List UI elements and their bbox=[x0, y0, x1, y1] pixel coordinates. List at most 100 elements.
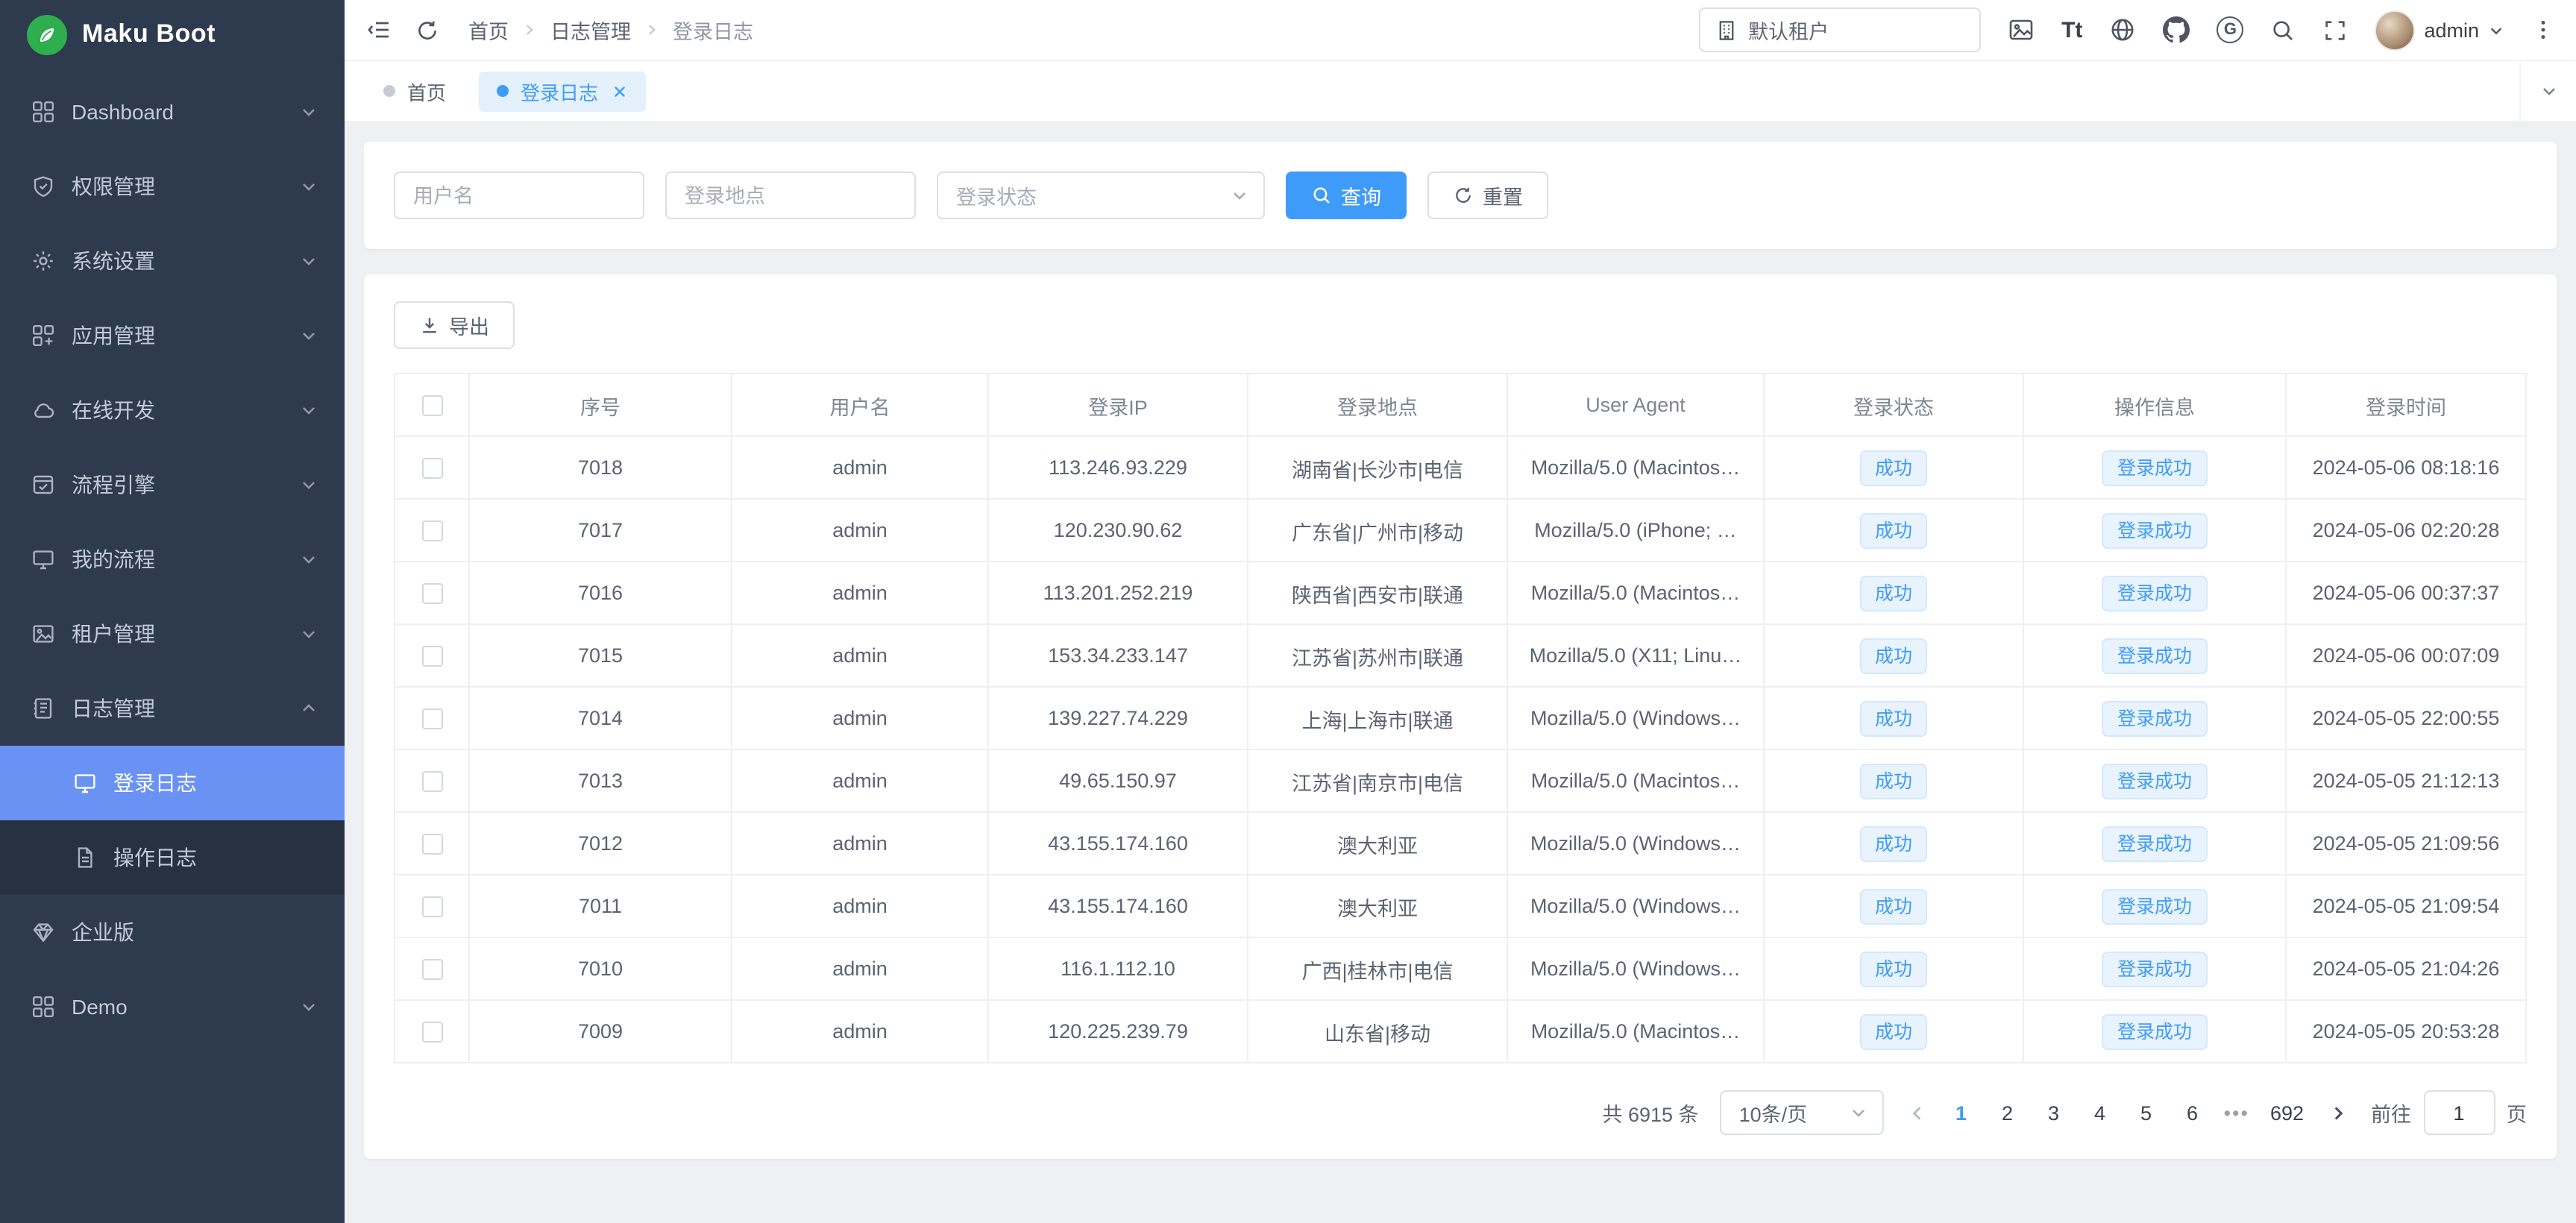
row-checkbox[interactable] bbox=[421, 1022, 442, 1043]
page-button-1[interactable]: 1 bbox=[1951, 1101, 1972, 1124]
operation-tag[interactable]: 登录成功 bbox=[2102, 575, 2207, 611]
cell-username: admin bbox=[732, 624, 988, 687]
cell-user-agent: Mozilla/5.0 (iPhone; … bbox=[1507, 499, 1764, 562]
column-header: 操作信息 bbox=[2023, 374, 2286, 436]
next-page-button[interactable] bbox=[2325, 1100, 2350, 1125]
chevron-right-icon bbox=[522, 22, 537, 37]
operation-tag[interactable]: 登录成功 bbox=[2102, 512, 2207, 548]
breadcrumb-log-management[interactable]: 日志管理 bbox=[550, 15, 631, 45]
sidebar-item-my-flows[interactable]: 我的流程 bbox=[0, 522, 345, 597]
chevron-right-icon bbox=[644, 22, 659, 37]
row-checkbox[interactable] bbox=[421, 583, 442, 604]
cell-id: 7017 bbox=[469, 499, 732, 562]
search-card: 登录状态 查询 重置 bbox=[364, 142, 2557, 249]
github-icon[interactable] bbox=[2163, 16, 2190, 43]
search-icon bbox=[1311, 185, 1332, 206]
prev-page-button[interactable] bbox=[1905, 1100, 1930, 1125]
cell-operation: 登录成功 bbox=[2023, 749, 2286, 812]
login-status-select[interactable]: 登录状态 bbox=[937, 172, 1265, 219]
operation-tag[interactable]: 登录成功 bbox=[2102, 700, 2207, 736]
status-tag: 成功 bbox=[1860, 638, 1927, 673]
row-checkbox[interactable] bbox=[421, 646, 442, 667]
pagination: 共 6915 条 10条/页 123456 ••• 692 前往 页 bbox=[394, 1090, 2527, 1135]
search-button[interactable]: 查询 bbox=[1286, 172, 1407, 219]
cell-location: 澳大利亚 bbox=[1248, 875, 1507, 937]
operation-tag[interactable]: 登录成功 bbox=[2102, 1013, 2207, 1049]
column-header: 登录状态 bbox=[1764, 374, 2023, 436]
cell-location: 江苏省|南京市|电信 bbox=[1248, 749, 1507, 812]
sidebar-item-enterprise[interactable]: 企业版 bbox=[0, 895, 345, 969]
table-row: 7010 admin 116.1.112.10 广西|桂林市|电信 Mozill… bbox=[395, 937, 2526, 1000]
gitee-icon[interactable]: G bbox=[2217, 16, 2243, 43]
sidebar-item-log-management[interactable]: 日志管理 bbox=[0, 671, 345, 746]
user-menu[interactable]: admin bbox=[2375, 10, 2504, 50]
close-icon[interactable] bbox=[612, 83, 628, 99]
sidebar-item-operation-log[interactable]: 操作日志 bbox=[0, 820, 345, 895]
collapse-sidebar-icon[interactable] bbox=[365, 16, 392, 43]
operation-tag[interactable]: 登录成功 bbox=[2102, 638, 2207, 673]
row-checkbox[interactable] bbox=[421, 771, 442, 792]
header-checkbox-cell bbox=[395, 374, 469, 436]
goto-page-input[interactable] bbox=[2423, 1090, 2495, 1135]
sidebar-item-permissions[interactable]: 权限管理 bbox=[0, 149, 345, 224]
operation-tag[interactable]: 登录成功 bbox=[2102, 951, 2207, 987]
cell-status: 成功 bbox=[1764, 562, 2023, 624]
operation-tag[interactable]: 登录成功 bbox=[2102, 763, 2207, 799]
shield-icon bbox=[30, 174, 55, 199]
logo: Maku Boot bbox=[0, 0, 345, 69]
sidebar-item-login-log[interactable]: 登录日志 bbox=[0, 746, 345, 820]
operation-tag[interactable]: 登录成功 bbox=[2102, 826, 2207, 861]
page-button-last[interactable]: 692 bbox=[2270, 1101, 2304, 1124]
theme-icon[interactable] bbox=[2008, 16, 2035, 43]
select-all-checkbox[interactable] bbox=[421, 395, 442, 416]
sidebar-item-system-settings[interactable]: 系统设置 bbox=[0, 224, 345, 298]
font-size-icon[interactable]: Tt bbox=[2061, 17, 2082, 43]
operation-tag[interactable]: 登录成功 bbox=[2102, 450, 2207, 485]
cell-time: 2024-05-06 00:07:09 bbox=[2286, 624, 2526, 687]
reset-button[interactable]: 重置 bbox=[1427, 172, 1548, 219]
username-input[interactable] bbox=[394, 172, 644, 219]
table-body: 7018 admin 113.246.93.229 湖南省|长沙市|电信 Moz… bbox=[395, 436, 2526, 1063]
row-checkbox[interactable] bbox=[421, 896, 442, 917]
page-button-4[interactable]: 4 bbox=[2090, 1101, 2111, 1124]
tabs-menu-chevron-icon[interactable] bbox=[2519, 61, 2576, 121]
sidebar-item-dashboard[interactable]: Dashboard bbox=[0, 75, 345, 149]
refresh-icon[interactable] bbox=[415, 17, 440, 43]
search-icon[interactable] bbox=[2270, 17, 2296, 43]
more-icon[interactable] bbox=[2531, 18, 2555, 42]
sidebar-item-label: 在线开发 bbox=[72, 395, 300, 425]
table-header-row: 序号 用户名 登录IP 登录地点 User Agent 登录状态 操作信息 登录… bbox=[395, 374, 2526, 436]
cell-ip: 116.1.112.10 bbox=[988, 937, 1248, 1000]
operation-tag[interactable]: 登录成功 bbox=[2102, 888, 2207, 924]
row-checkbox[interactable] bbox=[421, 959, 442, 980]
tenant-select[interactable]: 默认租户 bbox=[1699, 7, 1981, 52]
sidebar-item-online-dev[interactable]: 在线开发 bbox=[0, 373, 345, 447]
page-button-6[interactable]: 6 bbox=[2182, 1101, 2203, 1124]
tab-home[interactable]: 首页 bbox=[365, 71, 464, 111]
column-header: User Agent bbox=[1507, 374, 1764, 436]
cell-location: 山东省|移动 bbox=[1248, 1000, 1507, 1063]
row-checkbox[interactable] bbox=[421, 708, 442, 729]
page-button-3[interactable]: 3 bbox=[2043, 1101, 2064, 1124]
page-button-2[interactable]: 2 bbox=[1997, 1101, 2018, 1124]
row-checkbox[interactable] bbox=[421, 521, 442, 541]
login-location-input[interactable] bbox=[665, 172, 916, 219]
gear-icon bbox=[30, 248, 55, 274]
sidebar-item-apps[interactable]: 应用管理 bbox=[0, 298, 345, 373]
fullscreen-icon[interactable] bbox=[2322, 17, 2348, 43]
sidebar-item-demo[interactable]: Demo bbox=[0, 969, 345, 1044]
row-checkbox[interactable] bbox=[421, 834, 442, 855]
page-button-5[interactable]: 5 bbox=[2136, 1101, 2157, 1124]
globe-icon[interactable] bbox=[2109, 16, 2136, 43]
page-size-select[interactable]: 10条/页 bbox=[1720, 1090, 1884, 1135]
sidebar-item-tenants[interactable]: 租户管理 bbox=[0, 597, 345, 671]
tab-login-log[interactable]: 登录日志 bbox=[479, 71, 646, 111]
breadcrumb-home[interactable]: 首页 bbox=[468, 15, 509, 45]
export-button[interactable]: 导出 bbox=[394, 301, 515, 349]
sidebar-item-workflow[interactable]: 流程引擎 bbox=[0, 447, 345, 522]
row-checkbox[interactable] bbox=[421, 458, 442, 479]
cell-checkbox bbox=[395, 875, 469, 937]
cell-username: admin bbox=[732, 875, 988, 937]
sidebar-item-label: 登录日志 bbox=[113, 768, 318, 798]
pager-ellipsis[interactable]: ••• bbox=[2224, 1101, 2249, 1124]
